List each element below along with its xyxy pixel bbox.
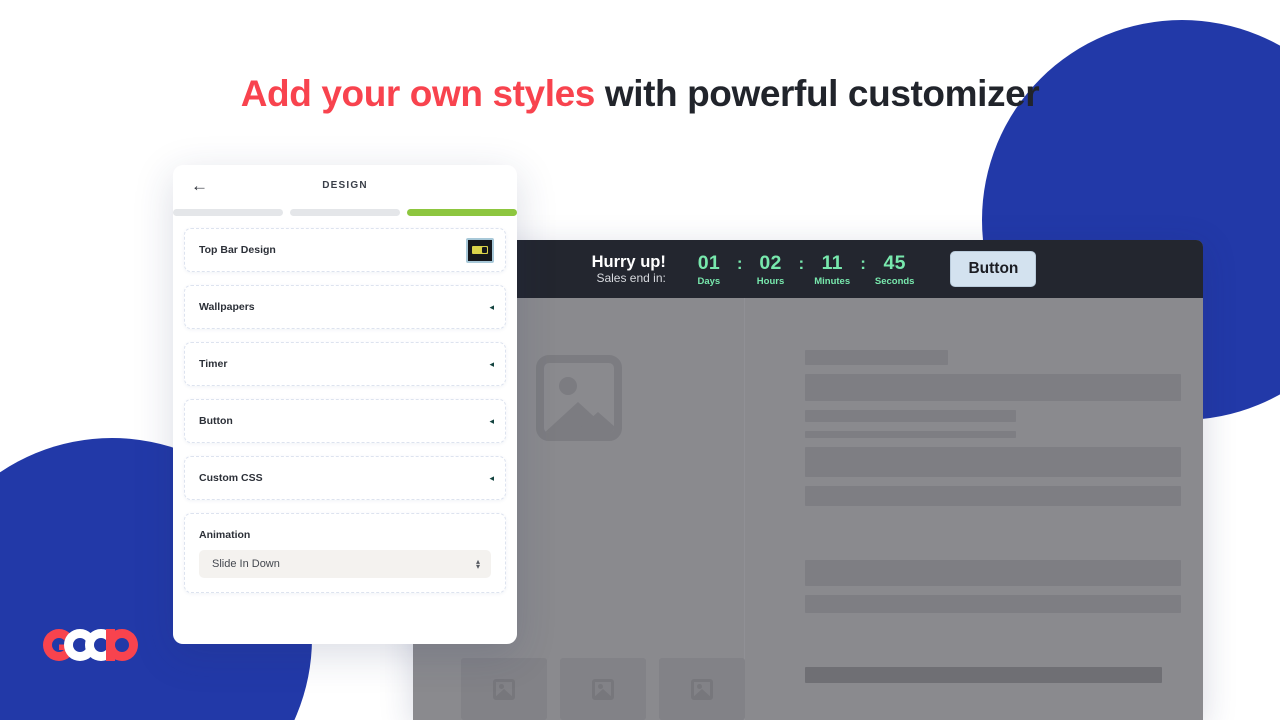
- skeleton-line: [805, 667, 1163, 683]
- countdown-cta-button[interactable]: Button: [950, 251, 1037, 287]
- preview-thumbnail[interactable]: [659, 658, 745, 720]
- countdown-seconds-label: Seconds: [874, 275, 915, 287]
- countdown-unit-minutes: 11 Minutes: [813, 252, 851, 287]
- screenshot-stage: Add your own styles with powerful custom…: [0, 0, 1280, 720]
- image-placeholder-icon: [493, 678, 515, 700]
- panel-row-animation: Animation Slide In Down ▴ ▾: [184, 513, 506, 593]
- panel-row-top-bar-design[interactable]: Top Bar Design: [184, 228, 506, 272]
- skeleton-line: [805, 560, 1181, 586]
- skeleton-line: [805, 486, 1181, 506]
- countdown-separator-2: :: [798, 253, 805, 273]
- countdown-hours-value: 02: [759, 251, 782, 274]
- panel-row-label: Custom CSS: [199, 472, 263, 484]
- progress-segment-1: [173, 209, 283, 216]
- countdown-message: Hurry up! Sales end in:: [592, 253, 666, 285]
- image-placeholder-icon: [691, 678, 713, 700]
- countdown-hours-label: Hours: [756, 275, 785, 287]
- countdown-unit-seconds: 45 Seconds: [875, 252, 915, 287]
- animation-label: Animation: [199, 528, 251, 541]
- image-placeholder-mountain-front: [571, 412, 614, 433]
- good-logo: [43, 629, 138, 661]
- page-title: Add your own styles with powerful custom…: [0, 66, 1280, 121]
- skeleton-line: [805, 595, 1181, 613]
- progress-segment-2: [290, 209, 400, 216]
- image-placeholder-mountain: [595, 688, 611, 697]
- headline-rest: with powerful customizer: [594, 73, 1040, 114]
- panel-row-label: Timer: [199, 358, 228, 370]
- skeleton-line: [805, 374, 1181, 401]
- preview-right-column: [745, 298, 1203, 720]
- panel-row-timer[interactable]: Timer ◂: [184, 342, 506, 386]
- panel-row-wallpapers[interactable]: Wallpapers ◂: [184, 285, 506, 329]
- preview-thumbnail[interactable]: [461, 658, 547, 720]
- panel-row-custom-css[interactable]: Custom CSS ◂: [184, 456, 506, 500]
- countdown-clock: 01 Days : 02 Hours : 11 Minutes : 45 Sec…: [690, 252, 915, 287]
- panel-title: DESIGN: [322, 179, 368, 191]
- chevron-left-icon[interactable]: ◂: [489, 473, 494, 483]
- countdown-minutes-value: 11: [821, 251, 843, 274]
- preview-thumbnail[interactable]: [560, 658, 646, 720]
- wizard-progress: [173, 205, 517, 216]
- chevron-left-icon[interactable]: ◂: [489, 416, 494, 426]
- countdown-minutes-label: Minutes: [814, 275, 851, 287]
- chevron-left-icon[interactable]: ◂: [489, 302, 494, 312]
- skeleton-line: [805, 410, 1016, 422]
- panel-row-label: Top Bar Design: [199, 244, 276, 256]
- progress-segment-3: [407, 209, 517, 216]
- chevron-left-icon[interactable]: ◂: [489, 359, 494, 369]
- stepper-icon[interactable]: ▴ ▾: [475, 557, 480, 571]
- skeleton-line: [805, 431, 1016, 438]
- panel-header: ← DESIGN: [173, 165, 517, 205]
- image-placeholder-mountain: [496, 688, 512, 697]
- headline-accent: Add your own styles: [240, 73, 596, 114]
- countdown-subline: Sales end in:: [596, 270, 666, 285]
- image-placeholder-mountain: [694, 688, 710, 697]
- image-placeholder-icon: [535, 355, 622, 441]
- design-customizer-panel: ← DESIGN Top Bar Design Wallpapers ◂ Tim…: [173, 165, 517, 644]
- image-placeholder-sun: [558, 377, 577, 395]
- animation-select[interactable]: Slide In Down ▴ ▾: [199, 549, 491, 578]
- countdown-unit-hours: 02 Hours: [752, 252, 790, 287]
- top-bar-design-mini-preview: [472, 246, 488, 254]
- animation-selected-value: Slide In Down: [212, 557, 280, 570]
- countdown-separator-3: :: [860, 253, 866, 273]
- logo-letter-d: [106, 629, 138, 661]
- image-placeholder-icon: [592, 678, 614, 700]
- panel-row-label: Button: [199, 415, 233, 427]
- preview-window: Hurry up! Sales end in: 01 Days : 02 Hou…: [413, 240, 1203, 720]
- countdown-topbar: Hurry up! Sales end in: 01 Days : 02 Hou…: [413, 240, 1203, 298]
- panel-row-list: Top Bar Design Wallpapers ◂ Timer ◂ Butt…: [173, 216, 517, 644]
- preview-thumbnail-strip: [413, 650, 745, 720]
- countdown-separator-1: :: [736, 253, 743, 273]
- panel-row-label: Wallpapers: [199, 301, 255, 313]
- countdown-days-value: 01: [697, 251, 720, 274]
- top-bar-design-thumbnail-icon[interactable]: [466, 237, 494, 263]
- preview-page-body: [413, 298, 1203, 720]
- stepper-down-icon: ▾: [475, 561, 480, 571]
- skeleton-line: [805, 350, 948, 365]
- skeleton-line: [805, 447, 1181, 477]
- countdown-topbar-inner: Hurry up! Sales end in: 01 Days : 02 Hou…: [592, 251, 1037, 287]
- countdown-seconds-value: 45: [883, 251, 906, 274]
- panel-row-button[interactable]: Button ◂: [184, 399, 506, 443]
- countdown-days-label: Days: [697, 275, 721, 287]
- countdown-headline: Hurry up!: [591, 253, 666, 272]
- countdown-unit-days: 01 Days: [690, 252, 728, 287]
